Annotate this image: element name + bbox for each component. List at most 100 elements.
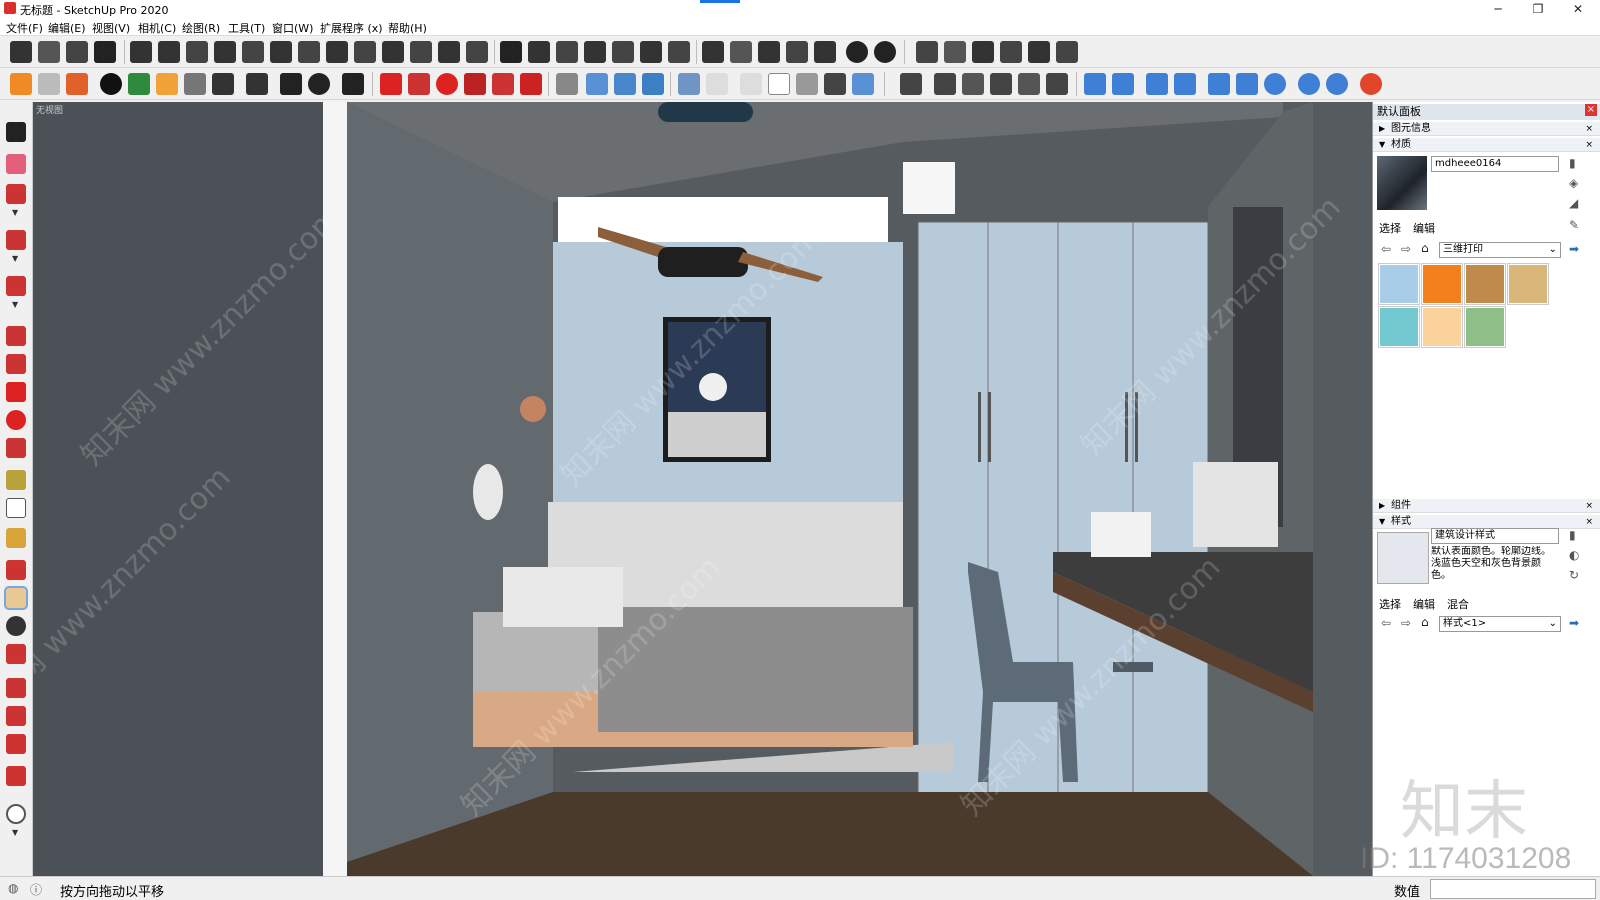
home-icon[interactable]: ⌂ [1421, 241, 1429, 255]
chevron-down-icon[interactable]: ▼ [12, 254, 18, 263]
rotate-tool-icon[interactable] [6, 410, 26, 430]
backedges-style-icon[interactable] [706, 73, 728, 95]
cap-tool-icon[interactable] [500, 41, 522, 63]
chain-tool-icon[interactable] [528, 41, 550, 63]
layout-icon[interactable] [6, 734, 26, 754]
warehouse-icon[interactable] [916, 41, 938, 63]
close-icon[interactable]: × [1585, 515, 1593, 529]
sketchup-logo-icon[interactable] [10, 73, 32, 95]
move-tool-icon[interactable] [380, 73, 402, 95]
pan-tool-icon[interactable] [4, 586, 28, 610]
wave-tool-icon[interactable] [556, 41, 578, 63]
orbit-view-icon[interactable] [556, 73, 578, 95]
slab-tool-icon[interactable] [326, 41, 348, 63]
info-icon[interactable]: ⓘ [30, 881, 42, 898]
offset-tool-icon[interactable] [520, 73, 542, 95]
material-swatch[interactable] [1464, 263, 1506, 305]
export-icon[interactable] [1208, 73, 1230, 95]
railing-tool-icon[interactable] [668, 41, 690, 63]
scale-tool-icon[interactable] [6, 438, 26, 458]
menu-file[interactable]: 文件(F) [6, 20, 43, 36]
account-icon[interactable] [6, 804, 26, 824]
back-arrow-icon[interactable]: ⇦ [1381, 242, 1391, 256]
styles-tab-select[interactable]: 选择 [1379, 596, 1401, 612]
download-circle-icon[interactable] [1298, 73, 1320, 95]
close-icon[interactable]: × [1585, 122, 1593, 136]
trim-tool-icon[interactable] [1018, 73, 1040, 95]
wall-tool-icon[interactable] [38, 41, 60, 63]
split-tool-icon[interactable] [1046, 73, 1068, 95]
panel-tool-icon[interactable] [758, 41, 780, 63]
forward-arrow-icon[interactable]: ⇨ [1401, 616, 1411, 630]
zoom-extents-icon[interactable] [6, 644, 26, 664]
warehouse-icon[interactable] [6, 678, 26, 698]
style-name-field[interactable]: 建筑设计样式 [1431, 528, 1559, 544]
union-tool-icon[interactable] [962, 73, 984, 95]
text-tool-icon[interactable] [6, 498, 26, 518]
home-icon[interactable]: ⌂ [1421, 615, 1429, 629]
curve-tool-icon[interactable] [186, 41, 208, 63]
menu-window[interactable]: 窗口(W) [272, 20, 313, 36]
shaded-style-icon[interactable] [796, 73, 818, 95]
bezier-tool-icon[interactable] [242, 41, 264, 63]
monochrome-style-icon[interactable] [852, 73, 874, 95]
material-swatch[interactable] [1464, 306, 1506, 348]
line-tool-icon[interactable] [130, 41, 152, 63]
paint-icon[interactable]: ▮ [1569, 156, 1576, 170]
grid-tool-icon[interactable] [410, 41, 432, 63]
update-style-icon[interactable]: ▮ [1569, 528, 1576, 542]
tape-measure-icon[interactable] [6, 470, 26, 490]
joint-tool-icon[interactable] [298, 41, 320, 63]
camera-tool-icon[interactable] [846, 41, 868, 63]
mirror-tool-icon[interactable] [702, 41, 724, 63]
extension-warehouse-icon[interactable] [6, 706, 26, 726]
checker-icon[interactable] [184, 73, 206, 95]
material-name-field[interactable]: mdheee0164 [1431, 156, 1559, 172]
followme-tool-icon[interactable] [6, 354, 26, 374]
forward-arrow-icon[interactable]: ⇨ [1401, 242, 1411, 256]
details-arrow-icon[interactable]: ➡ [1569, 616, 1579, 630]
door-icon[interactable] [944, 41, 966, 63]
orbit-tool-icon[interactable] [6, 560, 26, 580]
align-tool-icon[interactable] [158, 41, 180, 63]
extrude-tool-icon[interactable] [438, 41, 460, 63]
chevron-down-icon[interactable]: ▼ [12, 300, 18, 309]
model-viewport[interactable]: 无视图 知末网 www.znzmo.com 知末网 www.znzmo.com … [33, 102, 1372, 876]
fence-tool-icon[interactable] [640, 41, 662, 63]
timer-icon[interactable] [1264, 73, 1286, 95]
material-swatch[interactable] [1378, 263, 1420, 305]
paint-bucket-icon[interactable] [6, 528, 26, 548]
refresh-icon[interactable] [38, 73, 60, 95]
cloud-download-icon[interactable] [1174, 73, 1196, 95]
front-view-icon[interactable] [642, 73, 664, 95]
group-tool-icon[interactable] [900, 73, 922, 95]
layers-icon[interactable] [66, 73, 88, 95]
hiddenline-style-icon[interactable] [768, 73, 790, 95]
chevron-down-icon[interactable]: ▼ [12, 208, 18, 217]
material-swatch[interactable] [1421, 306, 1463, 348]
refresh-icon[interactable]: ↻ [1569, 568, 1579, 582]
zoom-tool-icon[interactable] [6, 616, 26, 636]
pencil-tool-icon[interactable] [6, 184, 26, 204]
menu-view[interactable]: 视图(V) [92, 20, 130, 36]
menu-help[interactable]: 帮助(H) [388, 20, 427, 36]
network-icon[interactable] [1236, 73, 1258, 95]
select-tool-icon[interactable] [6, 122, 26, 142]
mail-icon[interactable] [280, 73, 302, 95]
chart-icon[interactable] [156, 73, 178, 95]
followme-tool-icon[interactable] [464, 73, 486, 95]
spiral-tool-icon[interactable] [270, 41, 292, 63]
menu-edit[interactable]: 编辑(E) [48, 20, 86, 36]
pushpull-tool-icon[interactable] [6, 326, 26, 346]
style-collection-select[interactable]: 样式<1> ⌄ [1439, 616, 1561, 632]
close-icon[interactable]: × [1585, 104, 1597, 116]
brush-tool-icon[interactable] [612, 41, 634, 63]
close-icon[interactable]: × [1585, 138, 1593, 152]
surface-tool-icon[interactable] [466, 41, 488, 63]
plugin-tool-icon[interactable] [10, 41, 32, 63]
close-button[interactable]: ✕ [1560, 0, 1596, 18]
move-tool-icon[interactable] [6, 382, 26, 402]
subtract-tool-icon[interactable] [990, 73, 1012, 95]
details-arrow-icon[interactable]: ➡ [1569, 242, 1579, 256]
add-circle-icon[interactable] [100, 73, 122, 95]
